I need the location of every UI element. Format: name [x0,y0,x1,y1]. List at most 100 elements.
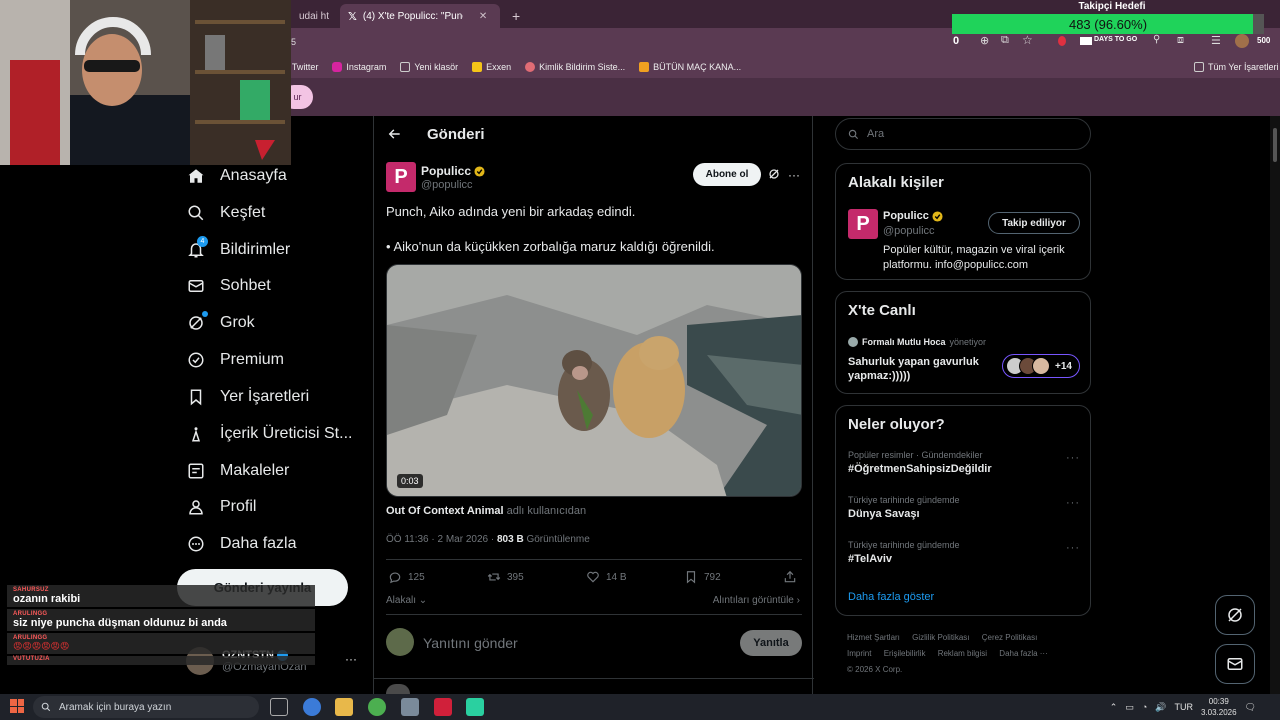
more-options-icon[interactable]: ··· [1066,542,1080,554]
all-bookmarks[interactable]: Tüm Yer İşaretleri [1194,62,1279,72]
new-tab-icon[interactable]: + [504,4,528,28]
reply-action[interactable]: 125 [388,570,425,584]
windows-taskbar: Aramak için buraya yazın ⌃ ▭ ◔ 🔊 TUR 00:… [0,694,1280,720]
show-more-link[interactable]: Daha fazla göster [848,591,934,603]
footer-link[interactable]: Reklam bilgisi [938,649,987,658]
footer-link[interactable]: Erişilebilirlik [884,649,926,658]
nav-home[interactable]: Anasayfa [186,162,287,190]
repost-action[interactable]: 395 [487,570,524,584]
notification-center-icon[interactable]: 🗨 [1245,702,1256,713]
nav-explore[interactable]: Keşfet [186,199,265,227]
language-indicator[interactable]: TUR [1174,702,1193,712]
post-timestamp[interactable]: ÖÖ 11:36 · 2 Mar 2026 · [386,534,494,545]
copilot-icon[interactable] [303,698,321,716]
taskbar-search[interactable]: Aramak için buraya yazın [33,696,259,718]
more-options-icon[interactable]: ··· [788,168,800,182]
scrollbar-thumb[interactable] [1273,128,1277,162]
bookmark-instagram[interactable]: Instagram [332,62,386,72]
related-avatar[interactable]: P [848,209,878,239]
reply-input[interactable]: Yanıtını gönder [423,635,518,651]
nav-messages[interactable]: Sohbet [186,272,271,300]
browser-tab-active[interactable]: 𝕏 (4) X'te Populicc: "Punch, Ai ✕ [340,4,500,28]
footer-link[interactable]: Daha fazla ··· [999,649,1047,658]
bookmark-action[interactable]: 792 [684,570,721,584]
attribution-suffix: adlı kullanıcıdan [506,505,587,517]
more-options-icon[interactable]: ··· [1066,452,1080,464]
home-icon [186,166,206,186]
view-count: 803 B [496,534,524,545]
page-scrollbar[interactable] [1270,116,1280,694]
nav-label: Sohbet [220,277,271,294]
nav-notifications[interactable]: 4 Bildirimler [186,236,290,264]
bookmark-twitter[interactable]: / Twitter [287,62,318,72]
related-dropdown[interactable]: Alakalı ⌄ [386,595,427,606]
extension-flag-icon[interactable] [1080,37,1092,45]
related-name[interactable]: Populicc [883,210,943,222]
nav-creator-studio[interactable]: İçerik Üreticisi St... [186,420,352,448]
related-handle[interactable]: @populicc [883,225,935,237]
trend-category: Türkiye tarihinde gündemde [848,495,960,505]
bookmark-folder[interactable]: Yeni klasör [400,62,458,72]
clock[interactable]: 00:39 3.03.2026 [1201,696,1237,718]
trend-item[interactable]: Türkiye tarihinde gündemde Dünya Savaşı … [848,495,1080,520]
volume-icon[interactable]: 🔊 [1155,702,1166,713]
trend-item[interactable]: Türkiye tarihinde gündemde #TelAviv ··· [848,540,1080,565]
x-live-card[interactable]: X'te Canlı Formalı Mutlu Hoca yönetiyor … [835,291,1091,394]
trend-item[interactable]: Popüler resimler · Gündemdekiler #Öğretm… [848,450,1080,475]
extension-icon[interactable] [1058,36,1066,46]
network-icon[interactable]: ◔ [1142,702,1147,712]
tray-chevron-icon[interactable]: ⌃ [1110,702,1118,713]
like-action[interactable]: 14 B [586,570,627,584]
grok-float-button[interactable] [1215,595,1255,635]
nav-articles[interactable]: Makaleler [186,457,289,485]
following-button[interactable]: Takip ediliyor [988,212,1080,234]
app-icon[interactable] [401,698,419,716]
nav-premium[interactable]: Premium [186,346,284,374]
notification-badge: 4 [197,236,208,247]
repost-icon [487,570,501,584]
footer-link[interactable]: Çerez Politikası [982,633,1038,642]
footer-link[interactable]: Hizmet Şartları [847,633,900,642]
more-options-icon[interactable]: ··· [1066,497,1080,509]
close-tab-icon[interactable]: ✕ [479,11,487,22]
windows-start-icon[interactable] [10,699,24,713]
app-icon[interactable] [466,698,484,716]
nav-bookmarks[interactable]: Yer İşaretleri [186,383,309,411]
file-explorer-icon[interactable] [335,698,353,716]
tray-app-icon[interactable]: ▭ [1125,702,1134,713]
account-more-icon[interactable]: ··· [345,652,357,666]
subscribe-button[interactable]: Abone ol [693,163,761,186]
more-circle-icon [186,534,206,554]
nav-label: Anasayfa [220,167,287,184]
profile-avatar[interactable] [1235,34,1249,48]
share-action[interactable] [783,570,797,584]
author-handle[interactable]: @populicc [421,179,473,191]
footer-link[interactable]: Imprint [847,649,871,658]
search-input[interactable]: Ara [835,118,1091,150]
messages-float-button[interactable] [1215,644,1255,684]
chrome-icon[interactable] [368,698,386,716]
back-arrow-icon[interactable] [388,127,402,141]
reply-button[interactable]: Yanıtla [740,630,802,656]
view-quotes-link[interactable]: Alıntıları görüntüle › [713,595,800,606]
author-name[interactable]: Populicc [421,164,485,178]
listener-avatar [1032,357,1050,375]
host-avatar [848,337,858,347]
grok-explain-icon[interactable] [768,168,780,180]
article-icon [186,461,206,481]
ext-counter-left: 0 [953,35,960,47]
nav-profile[interactable]: Profil [186,493,256,521]
nav-grok[interactable]: Grok [186,309,255,337]
author-avatar[interactable]: P [386,162,416,192]
bookmark-kimlik[interactable]: Kimlik Bildirim Siste... [525,62,625,72]
verified-icon [186,350,206,370]
trend-title: #TelAviv [848,553,893,565]
post-video[interactable]: 0:03 [386,264,802,497]
nav-more[interactable]: Daha fazla [186,530,297,558]
media-attribution[interactable]: Out Of Context Animal adlı kullanıcıdan [386,505,586,517]
bookmark-mac[interactable]: BÜTÜN MAÇ KANA... [639,62,741,72]
obs-icon[interactable] [434,698,452,716]
task-view-icon[interactable] [270,698,288,716]
footer-link[interactable]: Gizlilik Politikası [912,633,969,642]
bookmark-exxen[interactable]: Exxen [472,62,511,72]
